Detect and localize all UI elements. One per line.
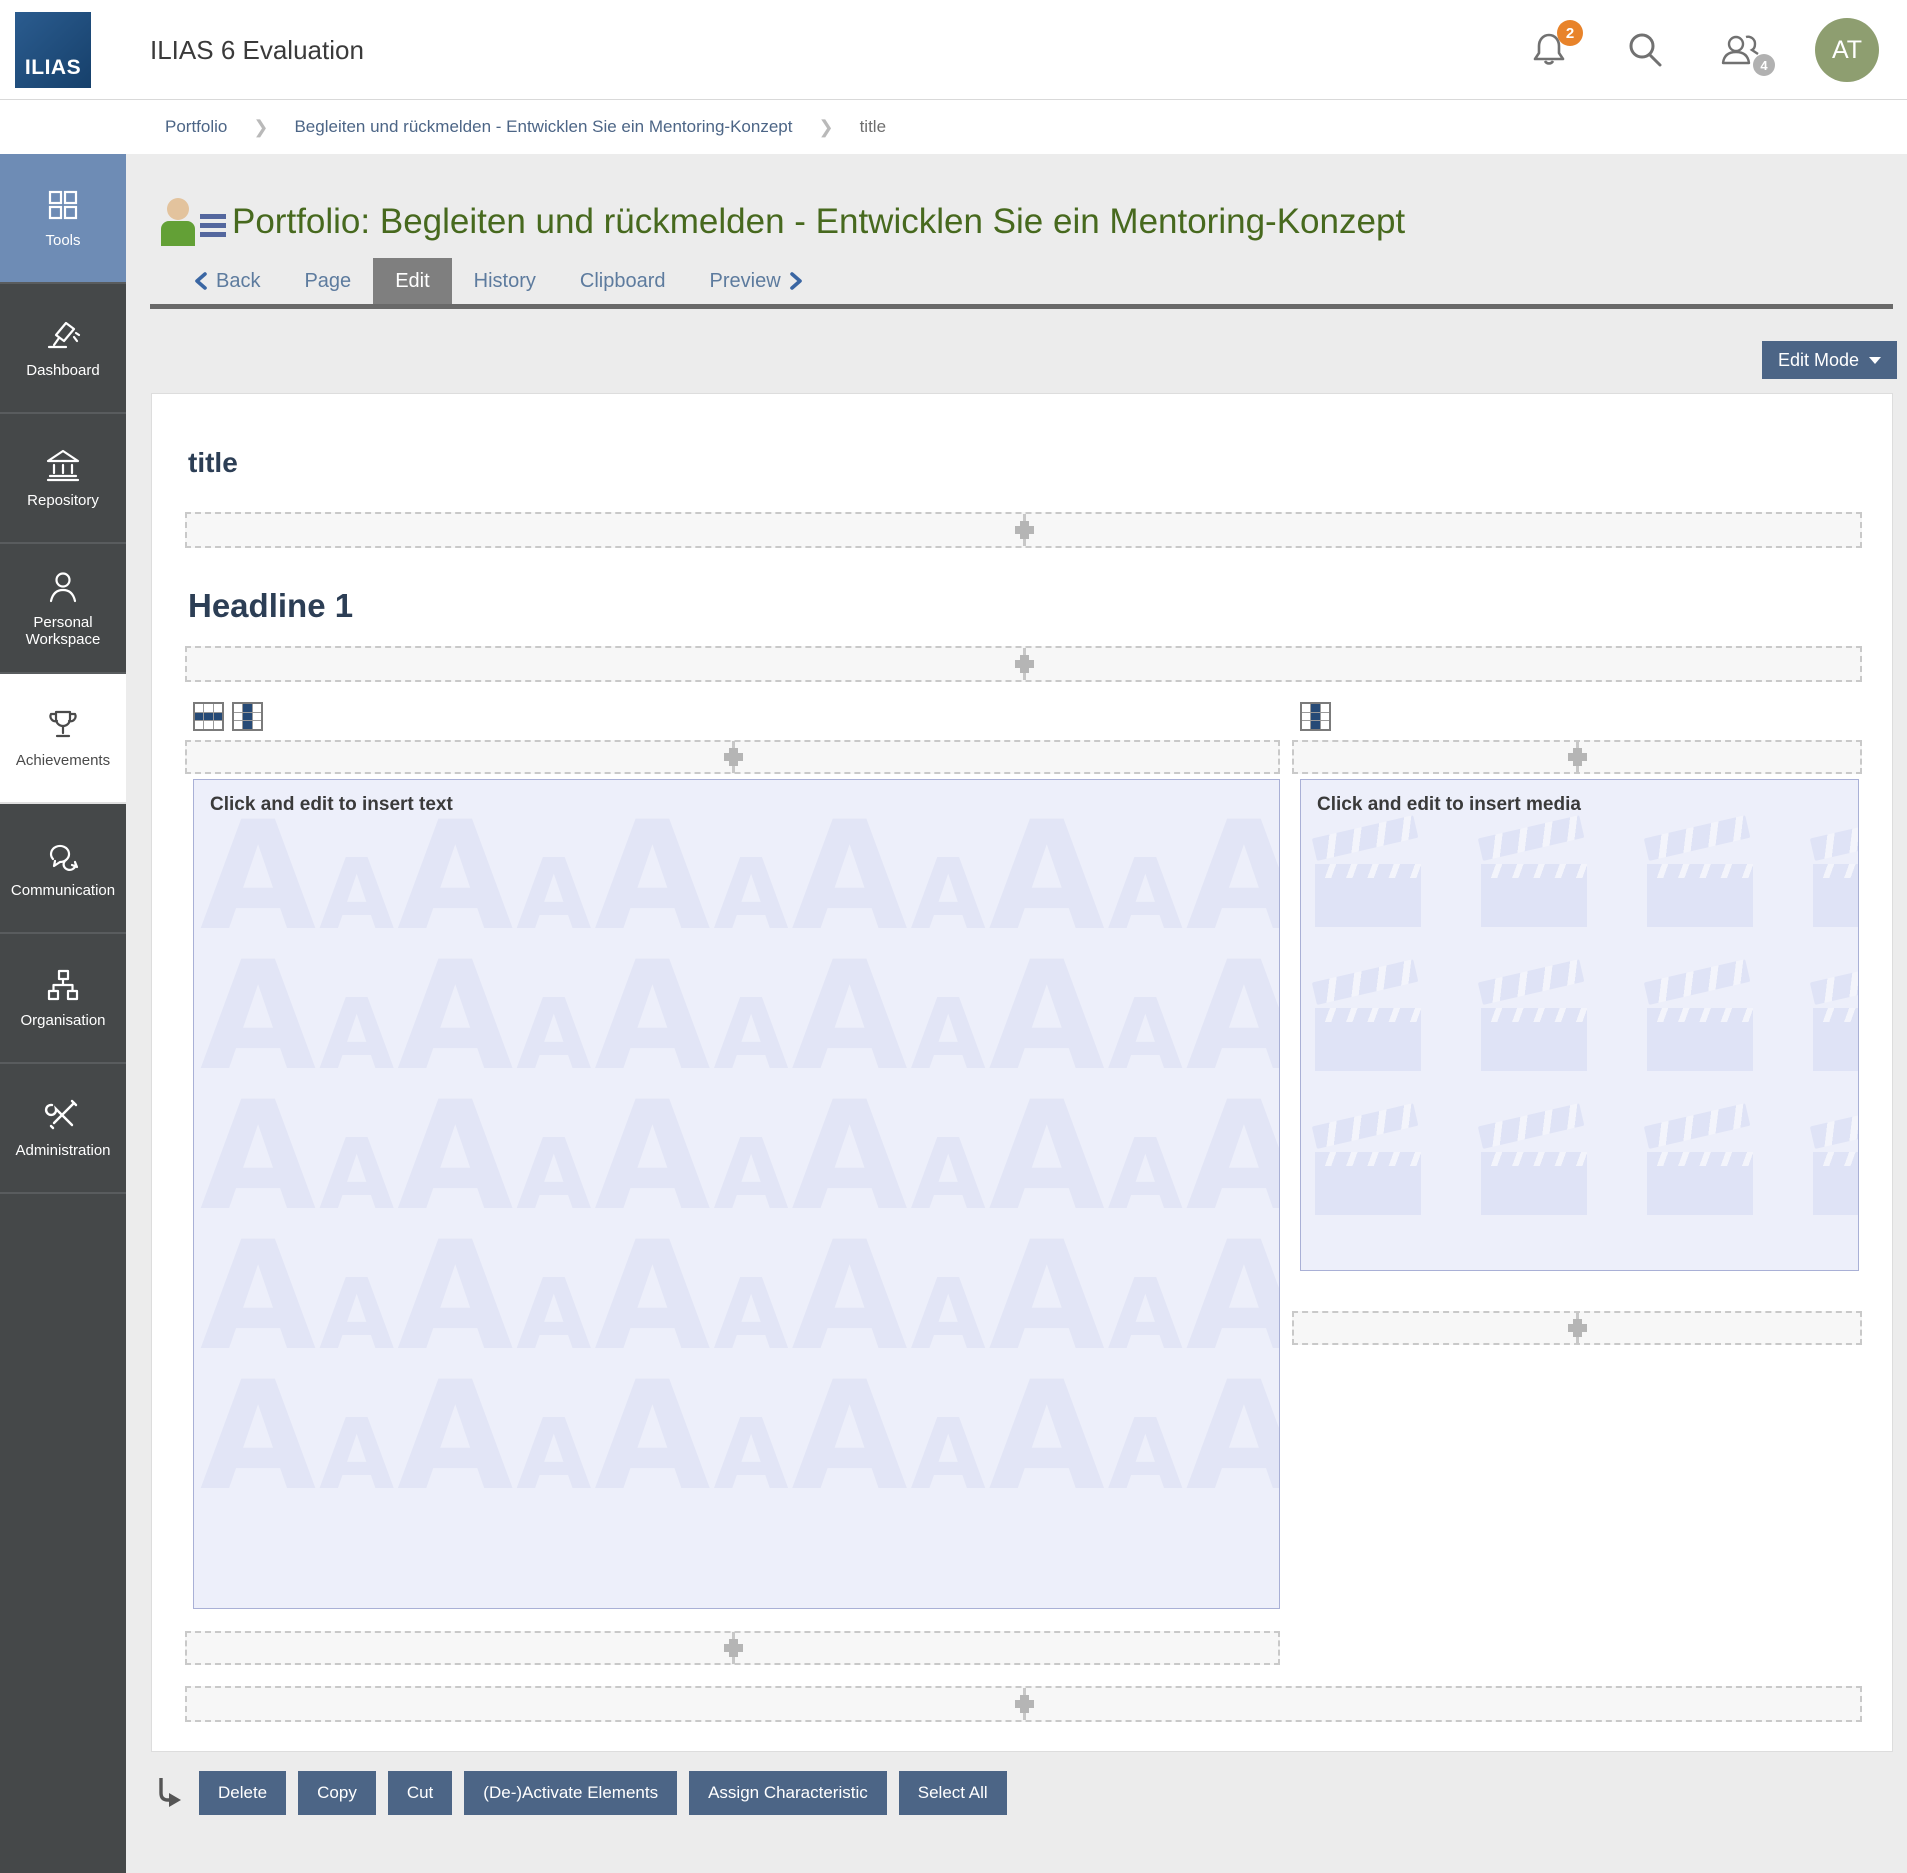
notifications-badge: 2 xyxy=(1557,20,1583,46)
contacts-button[interactable]: 4 xyxy=(1719,28,1763,72)
insert-row-icon[interactable] xyxy=(193,702,224,731)
deactivate-elements-button[interactable]: (De-)Activate Elements xyxy=(464,1771,677,1815)
tab-history[interactable]: History xyxy=(452,258,558,304)
edit-mode-label: Edit Mode xyxy=(1778,350,1859,371)
breadcrumb: Portfolio ❯ Begleiten und rückmelden - E… xyxy=(0,100,1907,154)
selection-arrow-icon xyxy=(151,1771,185,1815)
avatar[interactable]: AT xyxy=(1815,18,1879,82)
drop-zone[interactable] xyxy=(185,646,1862,682)
add-icon xyxy=(1564,1312,1590,1344)
search-icon xyxy=(1625,30,1665,70)
logo-text: ILIAS xyxy=(25,56,81,80)
breadcrumb-current: title xyxy=(860,117,886,137)
drop-zone[interactable] xyxy=(1292,740,1862,774)
notifications-button[interactable]: 2 xyxy=(1527,28,1571,72)
sidebar-item-repository[interactable]: Repository xyxy=(0,414,126,544)
tab-label: Clipboard xyxy=(580,270,666,293)
edit-mode-button[interactable]: Edit Mode xyxy=(1762,341,1897,379)
crossed-tools-icon xyxy=(44,1097,82,1133)
insert-column-icon[interactable] xyxy=(232,702,263,731)
sidebar-item-label: Personal Workspace xyxy=(0,614,126,648)
search-button[interactable] xyxy=(1623,28,1667,72)
add-icon xyxy=(1011,648,1037,680)
drop-zone[interactable] xyxy=(185,1631,1280,1665)
tab-page[interactable]: Page xyxy=(282,258,373,304)
sidebar-item-label: Dashboard xyxy=(22,362,103,379)
sidebar-item-label: Administration xyxy=(11,1142,114,1159)
content-title-heading: title xyxy=(188,446,1862,480)
assign-characteristic-button[interactable]: Assign Characteristic xyxy=(689,1771,887,1815)
contacts-badge: 4 xyxy=(1753,54,1775,76)
page-title: Portfolio: Begleiten und rückmelden - En… xyxy=(232,202,1405,242)
sidebar-item-personal-workspace[interactable]: Personal Workspace xyxy=(0,544,126,674)
delete-button[interactable]: Delete xyxy=(199,1771,286,1815)
top-header: ILIAS ILIAS 6 Evaluation 2 xyxy=(0,0,1907,100)
content-headline: Headline 1 xyxy=(188,586,1862,626)
breadcrumb-object[interactable]: Begleiten und rückmelden - Entwicklen Si… xyxy=(294,117,792,137)
main-sidebar: Tools Dashboard Repository xyxy=(0,154,126,1873)
speech-bubbles-icon xyxy=(44,837,82,873)
add-icon xyxy=(1011,1688,1037,1720)
tab-label: Edit xyxy=(395,270,429,293)
select-all-button[interactable]: Select All xyxy=(899,1771,1007,1815)
multi-select-action-bar: Delete Copy Cut (De-)Activate Elements A… xyxy=(151,1762,1893,1824)
sidebar-item-label: Organisation xyxy=(16,1012,109,1029)
sidebar-item-label: Tools xyxy=(41,232,84,249)
chevron-left-icon xyxy=(194,272,207,290)
sidebar-item-communication[interactable]: Communication xyxy=(0,804,126,934)
add-icon xyxy=(1564,741,1590,773)
drop-zone[interactable] xyxy=(1292,1311,1862,1345)
tab-preview[interactable]: Preview xyxy=(688,258,825,304)
person-icon xyxy=(45,569,81,605)
tab-bar: Back Page Edit History Clipboard Preview xyxy=(150,258,1893,309)
drop-zone[interactable] xyxy=(185,512,1862,548)
app-title: ILIAS 6 Evaluation xyxy=(150,0,364,100)
copy-button[interactable]: Copy xyxy=(298,1771,376,1815)
bank-icon xyxy=(44,447,82,483)
page-editor-card: title Headline 1 Click xyxy=(151,393,1893,1752)
drop-zone[interactable] xyxy=(185,1686,1862,1722)
sidebar-item-dashboard[interactable]: Dashboard xyxy=(0,284,126,414)
tab-edit[interactable]: Edit xyxy=(373,258,451,304)
sidebar-item-administration[interactable]: Administration xyxy=(0,1064,126,1194)
tab-label: History xyxy=(474,270,536,293)
ilias-screen: ILIAS ILIAS 6 Evaluation 2 xyxy=(0,0,1907,1873)
text-placeholder-label: Click and edit to insert text xyxy=(194,780,1279,816)
drop-zone[interactable] xyxy=(185,740,1280,774)
text-watermark-pattern: AAAAAAAAAAAAAAAAAAAAAAAAAAAAAAAAAAAAAAAA… xyxy=(200,810,1279,1608)
tab-clipboard[interactable]: Clipboard xyxy=(558,258,688,304)
sidebar-item-achievements[interactable]: Achievements xyxy=(0,674,126,804)
sidebar-item-label: Repository xyxy=(23,492,103,509)
layout-column-left: Click and edit to insert text AAAAAAAAAA… xyxy=(185,702,1280,1665)
tab-label: Page xyxy=(304,270,351,293)
ilias-logo[interactable]: ILIAS xyxy=(15,12,91,88)
chevron-right-icon: ❯ xyxy=(253,117,268,138)
sidebar-item-tools[interactable]: Tools xyxy=(0,154,126,284)
media-placeholder[interactable]: Click and edit to insert media xyxy=(1300,779,1859,1271)
portfolio-icon xyxy=(160,198,218,246)
sidebar-item-label: Achievements xyxy=(12,752,114,769)
sidebar-item-organisation[interactable]: Organisation xyxy=(0,934,126,1064)
cut-button[interactable]: Cut xyxy=(388,1771,452,1815)
grid-icon xyxy=(45,187,81,223)
add-icon xyxy=(720,741,746,773)
trophy-icon xyxy=(44,707,82,743)
add-icon xyxy=(720,1632,746,1664)
caret-down-icon xyxy=(1869,357,1881,364)
chevron-right-icon: ❯ xyxy=(818,117,833,138)
desk-lamp-icon xyxy=(44,317,82,353)
tab-label: Back xyxy=(216,270,260,293)
insert-column-icon[interactable] xyxy=(1300,702,1331,731)
main-content: Portfolio: Begleiten und rückmelden - En… xyxy=(126,154,1907,1824)
layout-column-right: Click and edit to insert media xyxy=(1292,702,1862,1665)
org-chart-icon xyxy=(45,967,81,1003)
sidebar-item-label: Communication xyxy=(7,882,119,899)
media-placeholder-label: Click and edit to insert media xyxy=(1301,780,1858,816)
add-icon xyxy=(1011,514,1037,546)
chevron-right-icon xyxy=(790,272,803,290)
tab-back[interactable]: Back xyxy=(172,258,282,304)
breadcrumb-portfolio[interactable]: Portfolio xyxy=(165,117,227,137)
text-placeholder[interactable]: Click and edit to insert text AAAAAAAAAA… xyxy=(193,779,1280,1609)
tab-label: Preview xyxy=(710,270,781,293)
